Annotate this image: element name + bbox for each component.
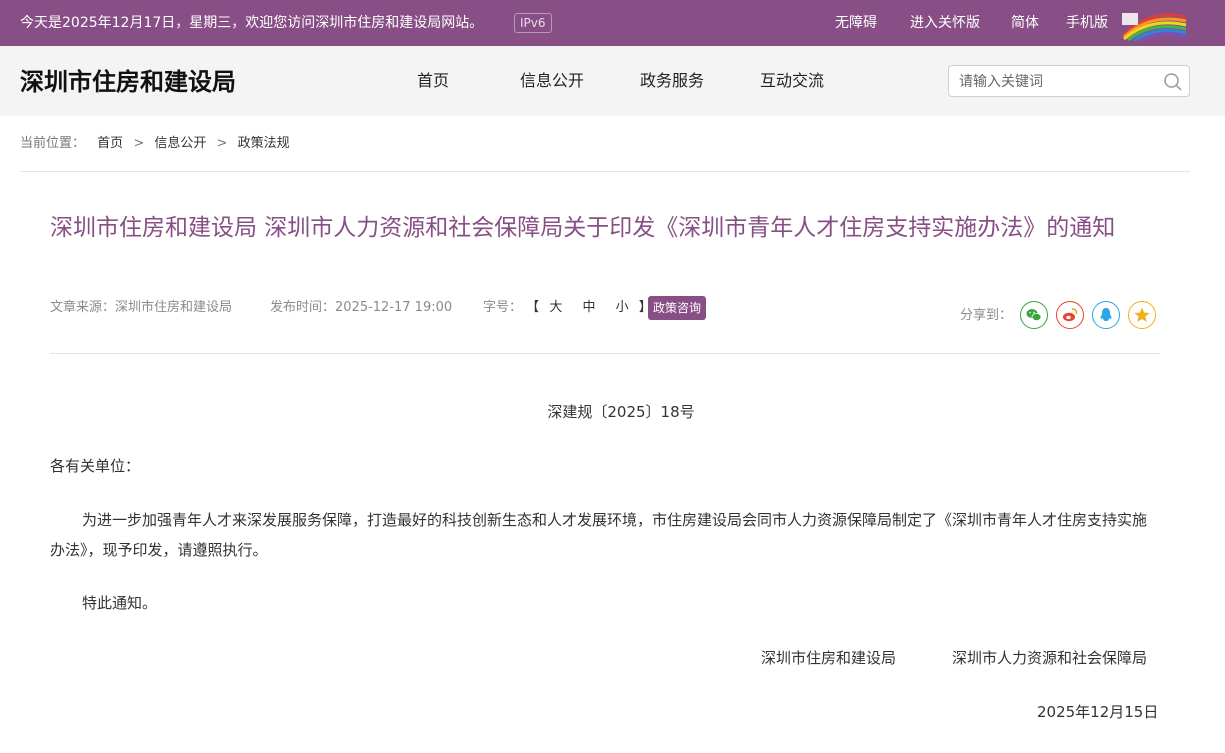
site-header: 深圳市住房和建设局 首页 信息公开 政务服务 互动交流 (0, 46, 1225, 116)
breadcrumb-info-disclosure[interactable]: 信息公开 (154, 136, 206, 151)
welcome-text: 今天是2025年12月17日，星期三，欢迎您访问深圳市住房和建设局网站。 (20, 15, 484, 31)
issue-date: 2025年12月15日 (1037, 703, 1159, 721)
article-source: 文章来源：深圳市住房和建设局 (50, 300, 233, 315)
article-divider (50, 353, 1160, 354)
nav-gov-services[interactable]: 政务服务 (640, 70, 704, 92)
rainbow-logo-icon[interactable] (1120, 11, 1188, 41)
article-title: 深圳市住房和建设局 深圳市人力资源和社会保障局关于印发《深圳市青年人才住房支持实… (50, 215, 1116, 241)
breadcrumb-policies[interactable]: 政策法规 (238, 136, 290, 151)
wechat-icon (1026, 309, 1042, 321)
addressee: 各有关单位： (50, 457, 141, 475)
ipv6-badge: IPv6 (514, 13, 552, 33)
qq-icon (1100, 308, 1112, 321)
policy-consult-tag[interactable]: 政策咨询 (648, 296, 707, 320)
font-size-small[interactable]: 小 (616, 300, 629, 315)
weibo-share-button[interactable] (1056, 301, 1084, 329)
wechat-share-button[interactable] (1020, 301, 1048, 329)
font-size-control: 字号： 【 大 中 小 】 (483, 298, 652, 318)
font-size-label: 字号： (483, 300, 523, 315)
nav-info-disclosure[interactable]: 信息公开 (520, 70, 584, 92)
nav-home[interactable]: 首页 (417, 70, 449, 92)
site-title[interactable]: 深圳市住房和建设局 (20, 66, 236, 98)
breadcrumb-separator: > (216, 136, 228, 151)
qq-share-button[interactable] (1092, 301, 1120, 329)
top-bar: 今天是2025年12月17日，星期三，欢迎您访问深圳市住房和建设局网站。 IPv… (0, 0, 1225, 46)
care-mode-link[interactable]: 进入关怀版 (910, 13, 980, 33)
mobile-version-link[interactable]: 手机版 (1066, 13, 1108, 33)
search-input[interactable] (959, 72, 1154, 92)
simplified-chinese-link[interactable]: 简体 (1011, 13, 1039, 33)
article-publish-time: 发布时间：2025-12-17 19:00 (270, 300, 453, 315)
nav-interaction[interactable]: 互动交流 (760, 70, 824, 92)
search-icon[interactable] (1163, 72, 1183, 92)
breadcrumb-separator: > (133, 136, 145, 151)
body-paragraph: 为进一步加强青年人才来深发展服务保障，打造最好的科技创新生态和人才发展环境，市住… (50, 511, 1148, 559)
weibo-icon (1063, 308, 1078, 322)
qzone-share-button[interactable] (1128, 301, 1156, 329)
breadcrumb: 当前位置： 首页 > 信息公开 > 政策法规 (20, 134, 290, 154)
qzone-icon (1134, 307, 1150, 322)
accessibility-link[interactable]: 无障碍 (835, 13, 877, 33)
search-box (948, 65, 1190, 97)
closing-line: 特此通知。 (82, 594, 158, 612)
share-label: 分享到： (960, 308, 1013, 323)
bracket-open: 【 (526, 300, 540, 315)
signatory-housing-bureau: 深圳市住房和建设局 (761, 649, 897, 667)
font-size-medium[interactable]: 中 (582, 300, 595, 315)
font-size-large[interactable]: 大 (549, 300, 562, 315)
signatory-hr-bureau: 深圳市人力资源和社会保障局 (952, 649, 1148, 667)
breadcrumb-divider (20, 171, 1190, 172)
document-number: 深建规〔2025〕18号 (547, 403, 695, 421)
breadcrumb-home[interactable]: 首页 (97, 136, 123, 151)
breadcrumb-label: 当前位置： (20, 136, 86, 151)
